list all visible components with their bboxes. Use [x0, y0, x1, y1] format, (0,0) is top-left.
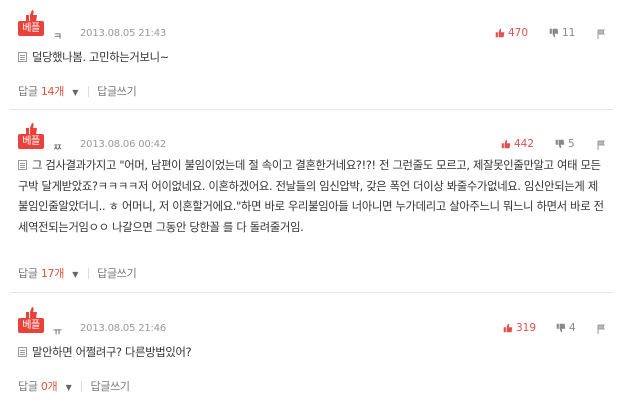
like-count: 470 [508, 27, 529, 39]
caret-down-icon: ▼ [65, 383, 72, 392]
document-icon [18, 160, 27, 170]
reply-label: 답글 [18, 267, 38, 280]
comment-date: 2013.08.05 21:46 [80, 323, 167, 334]
best-label: 베플 [18, 21, 44, 36]
nickname[interactable]: ㅋ [53, 28, 62, 43]
nickname[interactable]: ㅠ [53, 323, 62, 338]
comment-body: 그 검사결과가지고 "어머, 남편이 불임이었는데 절 속이고 결혼한거네요?!… [18, 156, 608, 238]
thumb-down-icon [556, 323, 566, 333]
divider [81, 380, 83, 392]
comment-footer: 답글 0개 ▼ 답글쓰기 [18, 378, 130, 394]
write-reply-button[interactable]: 답글쓰기 [90, 378, 130, 394]
report-icon[interactable] [596, 324, 606, 334]
best-badge: 베플 [18, 10, 44, 37]
like-button[interactable]: 442 [501, 138, 534, 150]
dislike-button[interactable]: 4 [556, 322, 576, 334]
document-icon [18, 52, 27, 62]
dislike-button[interactable]: 5 [555, 138, 575, 150]
like-button[interactable]: 319 [503, 322, 536, 334]
best-label: 베플 [18, 318, 44, 333]
reply-count: 0개 [40, 380, 58, 393]
write-reply-button[interactable]: 답글쓰기 [97, 265, 137, 281]
comment-item: 베플 ㅋ 2013.08.05 21:43 470 11 덜당했나봄. 고민하는… [0, 10, 623, 110]
nickname[interactable]: ㅉ [53, 139, 62, 154]
comment-footer: 답글 14개 ▼ 답글쓰기 [18, 83, 137, 99]
best-badge: 베플 [18, 123, 44, 150]
reply-toggle[interactable]: 답글 17개 ▼ [18, 265, 78, 281]
comment-text: 그 검사결과가지고 "어머, 남편이 불임이었는데 절 속이고 결혼한거네요?!… [18, 159, 604, 234]
like-button[interactable]: 470 [495, 27, 528, 39]
like-count: 442 [514, 138, 535, 150]
comment-text: 덜당했나봄. 고민하는거보니~ [32, 51, 169, 64]
thumb-down-icon [555, 139, 565, 149]
thumb-up-icon [503, 323, 513, 333]
comment-body: 덜당했나봄. 고민하는거보니~ [18, 48, 608, 69]
like-count: 319 [516, 322, 537, 334]
caret-down-icon: ▼ [72, 270, 79, 279]
dislike-count: 5 [568, 138, 575, 150]
reply-toggle[interactable]: 답글 0개 ▼ [18, 378, 72, 394]
comment-item: 베플 ㅉ 2013.08.06 00:42 442 5 그 검사결과가지고 "어… [0, 123, 623, 293]
caret-down-icon: ▼ [72, 88, 79, 97]
comment-item: 베플 ㅠ 2013.08.05 21:46 319 4 말안하면 어쩔려구? 다… [0, 307, 623, 415]
report-icon[interactable] [596, 140, 606, 150]
reply-label: 답글 [18, 85, 38, 98]
best-badge: 베플 [18, 307, 44, 334]
reply-toggle[interactable]: 답글 14개 ▼ [18, 83, 78, 99]
comment-text: 말안하면 어쩔려구? 다른방법있어? [32, 346, 192, 359]
dislike-button[interactable]: 11 [549, 27, 575, 39]
dislike-count: 11 [562, 27, 576, 39]
thumb-down-icon [549, 28, 559, 38]
comment-body: 말안하면 어쩔려구? 다른방법있어? [18, 343, 608, 364]
reply-label: 답글 [18, 380, 38, 393]
divider [88, 267, 90, 279]
thumb-up-icon [501, 139, 511, 149]
write-reply-button[interactable]: 답글쓰기 [97, 83, 137, 99]
comment-footer: 답글 17개 ▼ 답글쓰기 [18, 265, 137, 281]
best-label: 베플 [18, 134, 44, 149]
divider [88, 85, 90, 97]
thumb-up-icon [495, 28, 505, 38]
dislike-count: 4 [569, 322, 576, 334]
comment-date: 2013.08.06 00:42 [80, 139, 167, 150]
document-icon [18, 347, 27, 357]
report-icon[interactable] [596, 29, 606, 39]
reply-count: 17개 [40, 267, 65, 280]
comment-date: 2013.08.05 21:43 [80, 28, 167, 39]
reply-count: 14개 [40, 85, 65, 98]
